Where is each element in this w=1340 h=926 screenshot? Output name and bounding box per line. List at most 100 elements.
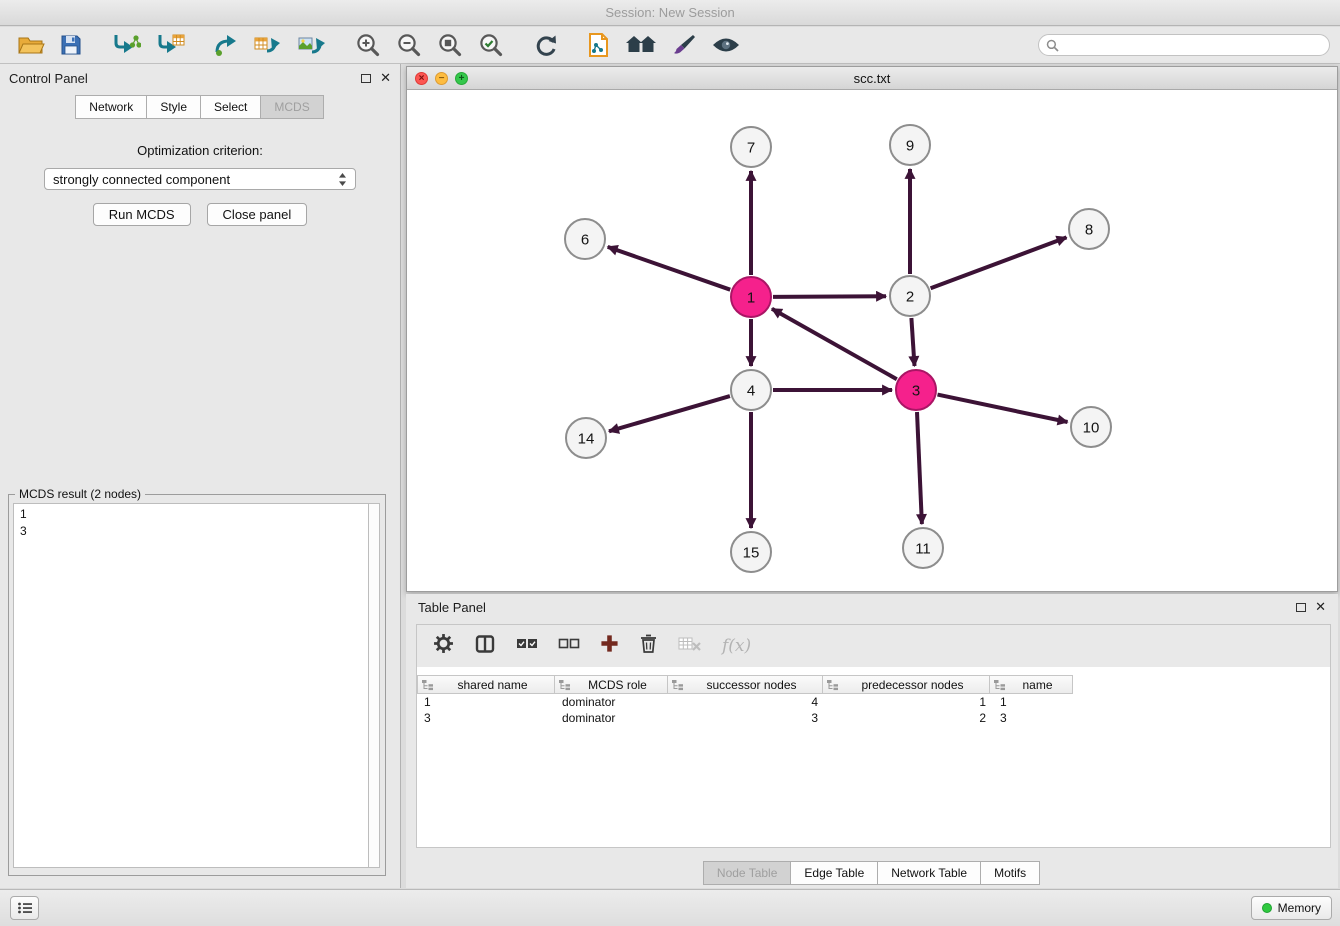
graph-node-11[interactable]: 11 xyxy=(903,528,943,568)
minimize-window-button[interactable]: − xyxy=(435,72,448,85)
deselect-all-columns-button[interactable] xyxy=(558,637,580,656)
zoom-fit-button[interactable] xyxy=(430,29,471,61)
graph-edge-3-11[interactable] xyxy=(917,412,922,524)
table-cell: dominator xyxy=(555,694,669,710)
mcds-result-item[interactable]: 3 xyxy=(20,523,362,540)
add-column-button[interactable] xyxy=(600,634,619,658)
search-input[interactable] xyxy=(1064,38,1322,52)
import-table-button[interactable] xyxy=(148,29,192,61)
svg-text:2: 2 xyxy=(906,289,914,306)
node-table-container: f(x) shared name MCDS rolesuccessor nodes… xyxy=(416,624,1331,848)
graph-edge-3-10[interactable] xyxy=(938,395,1068,422)
delete-table-button[interactable] xyxy=(678,636,702,657)
close-panel-button[interactable]: Close panel xyxy=(207,203,308,226)
column-layout-button[interactable] xyxy=(474,634,496,659)
save-session-button[interactable] xyxy=(52,29,90,61)
graph-node-4[interactable]: 4 xyxy=(731,370,771,410)
table-tab-motifs[interactable]: Motifs xyxy=(980,861,1040,885)
close-window-button[interactable]: × xyxy=(415,72,428,85)
export-image-button[interactable] xyxy=(290,29,334,61)
main-toolbar xyxy=(0,27,1340,64)
criterion-dropdown[interactable]: strongly connected component xyxy=(44,168,356,190)
mcds-result-item[interactable]: 1 xyxy=(20,506,362,523)
export-table-button[interactable] xyxy=(246,29,290,61)
export-network-icon xyxy=(213,32,239,58)
table-panel: Table Panel ✕ xyxy=(406,594,1338,888)
home-layout-button[interactable] xyxy=(618,29,664,61)
open-session-button[interactable] xyxy=(10,29,52,61)
open-session-icon xyxy=(17,33,45,57)
graph-node-10[interactable]: 10 xyxy=(1071,407,1111,447)
import-network-button[interactable] xyxy=(104,29,148,61)
clone-network-button[interactable] xyxy=(580,29,618,61)
function-builder-button[interactable]: f(x) xyxy=(722,636,751,656)
run-mcds-button[interactable]: Run MCDS xyxy=(93,203,191,226)
export-image-icon xyxy=(297,32,327,58)
column-header-successor-nodes[interactable]: successor nodes xyxy=(667,675,823,694)
table-tab-node-table[interactable]: Node Table xyxy=(703,861,792,885)
table-settings-button[interactable] xyxy=(433,633,454,659)
graph-node-8[interactable]: 8 xyxy=(1069,209,1109,249)
table-tab-edge-table[interactable]: Edge Table xyxy=(790,861,878,885)
node-table-header-row: shared name MCDS rolesuccessor nodes prede… xyxy=(417,675,1330,694)
control-panel-tab-select[interactable]: Select xyxy=(200,95,261,119)
column-header-name[interactable]: name xyxy=(989,675,1073,694)
graph-node-6[interactable]: 6 xyxy=(565,219,605,259)
graph-node-15[interactable]: 15 xyxy=(731,532,771,572)
style-icon xyxy=(671,33,697,57)
column-header-label: MCDS role xyxy=(571,678,664,692)
show-hide-icon xyxy=(711,35,741,55)
graph-edge-2-8[interactable] xyxy=(931,237,1067,288)
table-row[interactable]: 3dominator323 xyxy=(417,710,1330,726)
select-all-columns-button[interactable] xyxy=(516,637,538,656)
search-box[interactable] xyxy=(1038,34,1330,56)
criterion-dropdown-value: strongly connected component xyxy=(53,172,230,187)
optimization-criterion-label: Optimization criterion: xyxy=(0,143,400,158)
float-table-panel-icon[interactable] xyxy=(1296,603,1306,612)
graph-edge-4-14[interactable] xyxy=(609,396,730,431)
control-panel: Control Panel ✕ NetworkStyleSelectMCDS O… xyxy=(0,64,401,888)
delete-column-button[interactable] xyxy=(639,633,658,659)
graph-edge-1-2[interactable] xyxy=(773,296,886,297)
style-button[interactable] xyxy=(664,29,704,61)
control-panel-tab-style[interactable]: Style xyxy=(146,95,201,119)
column-header-label: predecessor nodes xyxy=(839,678,986,692)
column-header-predecessor-nodes[interactable]: predecessor nodes xyxy=(822,675,990,694)
mcds-result-scrollbar[interactable] xyxy=(368,503,380,868)
sort-column-icon xyxy=(671,679,684,691)
network-canvas[interactable]: 7 9 6 8 1 2 4 3 14 10 15 11 xyxy=(407,90,1337,591)
graph-node-7[interactable]: 7 xyxy=(731,127,771,167)
close-table-panel-icon[interactable]: ✕ xyxy=(1315,601,1326,613)
graph-node-9[interactable]: 9 xyxy=(890,125,930,165)
control-panel-tab-mcds[interactable]: MCDS xyxy=(260,95,323,119)
graph-edge-1-6[interactable] xyxy=(608,247,731,290)
show-hide-button[interactable] xyxy=(704,29,748,61)
table-row[interactable]: 1dominator411 xyxy=(417,694,1330,710)
control-panel-tab-network[interactable]: Network xyxy=(75,95,147,119)
zoom-fit-icon xyxy=(437,32,464,58)
table-cell: 4 xyxy=(669,694,825,710)
export-network-button[interactable] xyxy=(206,29,246,61)
zoom-window-button[interactable]: + xyxy=(455,72,468,85)
task-history-button[interactable] xyxy=(10,896,39,920)
graph-node-3[interactable]: 3 xyxy=(896,370,936,410)
graph-edge-3-1[interactable] xyxy=(772,309,897,379)
memory-button[interactable]: Memory xyxy=(1251,896,1332,920)
network-view-window: × − + scc.txt 7968124314101511 xyxy=(406,66,1338,592)
mcds-result-list[interactable]: 13 xyxy=(13,503,368,868)
zoom-out-button[interactable] xyxy=(389,29,430,61)
table-tab-network-table[interactable]: Network Table xyxy=(877,861,981,885)
column-header-shared-name[interactable]: shared name xyxy=(417,675,555,694)
graph-node-14[interactable]: 14 xyxy=(566,418,606,458)
zoom-in-button[interactable] xyxy=(348,29,389,61)
column-header-mcds-role[interactable]: MCDS role xyxy=(554,675,668,694)
table-cell: 3 xyxy=(417,710,555,726)
graph-node-1[interactable]: 1 xyxy=(731,277,771,317)
close-panel-icon[interactable]: ✕ xyxy=(380,72,391,84)
zoom-selected-button[interactable] xyxy=(471,29,512,61)
refresh-button[interactable] xyxy=(526,29,566,61)
graph-node-2[interactable]: 2 xyxy=(890,276,930,316)
svg-text:9: 9 xyxy=(906,138,914,155)
float-panel-icon[interactable] xyxy=(361,74,371,83)
graph-edge-2-3[interactable] xyxy=(911,318,914,366)
